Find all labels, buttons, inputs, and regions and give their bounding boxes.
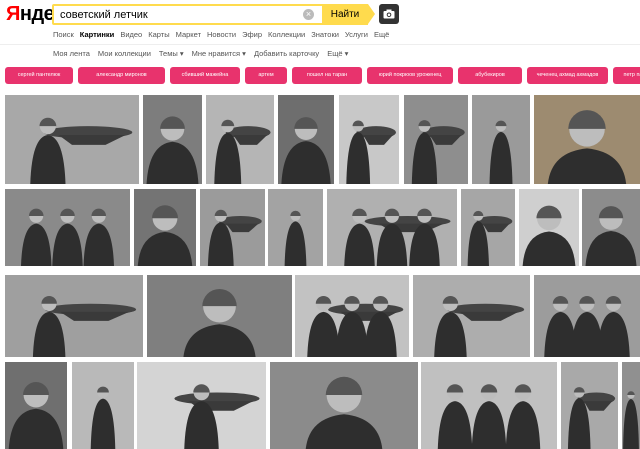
related-queries: сергей пантелюк александр миронов сбивший … [5, 67, 640, 84]
image-result[interactable] [200, 189, 265, 266]
subnav-item[interactable]: Мои коллекции [98, 48, 151, 60]
photo-thumbnail [344, 208, 451, 266]
photo-thumbnail [174, 384, 260, 449]
image-result[interactable] [534, 95, 640, 184]
photo-thumbnail [183, 288, 256, 357]
service-tab[interactable]: Услуги [345, 29, 368, 41]
photo-thumbnail [214, 119, 271, 184]
related-query-chip[interactable]: петр павл [613, 67, 640, 84]
photo-thumbnail [8, 382, 64, 449]
photo-thumbnail [544, 295, 630, 357]
subnav-item[interactable]: Моя лента [53, 48, 90, 60]
photo-thumbnail [467, 210, 513, 266]
logo-first-letter: Я [6, 3, 20, 25]
photo-thumbnail [30, 117, 133, 184]
image-result[interactable] [72, 362, 134, 449]
search-input[interactable] [54, 6, 303, 23]
service-nav: Поиск Картинки Видео Карты Маркет Новости Эфир… [53, 29, 389, 41]
image-result[interactable] [561, 362, 618, 449]
image-result[interactable] [134, 189, 196, 266]
photo-thumbnail [489, 120, 513, 184]
service-tab[interactable]: Видео [120, 29, 142, 41]
service-tab[interactable]: Карты [148, 29, 169, 41]
image-result[interactable] [5, 95, 139, 184]
camera-icon [383, 9, 395, 19]
camera-search-button[interactable] [379, 4, 399, 24]
image-result[interactable] [5, 189, 130, 266]
image-result[interactable] [206, 95, 274, 184]
image-result[interactable] [295, 275, 409, 357]
photo-thumbnail [21, 208, 114, 266]
search-box: × Найти [52, 4, 375, 25]
related-query-chip[interactable]: чеченец ахмад ахмадов [527, 67, 608, 84]
image-result[interactable] [270, 362, 418, 449]
subnav-item[interactable]: Добавить карточку [254, 48, 319, 60]
photo-thumbnail [307, 295, 404, 357]
image-result[interactable] [147, 275, 292, 357]
image-result[interactable] [519, 189, 579, 266]
related-query-chip[interactable]: пошел на таран [292, 67, 362, 84]
image-result[interactable] [472, 95, 530, 184]
subnav-item[interactable]: Мне нравится ▾ [192, 48, 246, 60]
service-tab[interactable]: Знатоки [311, 29, 339, 41]
search-button[interactable]: Найти [322, 4, 375, 25]
photo-thumbnail [411, 120, 465, 184]
image-results-grid [0, 94, 640, 449]
sub-nav: Моя лента Мои коллекции Темы ▾ Мне нравится… [53, 48, 348, 60]
service-tab[interactable]: Ещё [374, 29, 389, 41]
image-result[interactable] [5, 362, 67, 449]
image-result[interactable] [461, 189, 515, 266]
image-result[interactable] [327, 189, 457, 266]
image-result[interactable] [339, 95, 399, 184]
photo-thumbnail [522, 205, 576, 266]
service-tab[interactable]: Маркет [176, 29, 201, 41]
image-result[interactable] [582, 189, 640, 266]
photo-thumbnail [284, 210, 307, 266]
photo-thumbnail [137, 205, 193, 266]
related-query-chip[interactable]: артем [245, 67, 287, 84]
photo-thumbnail [585, 206, 637, 266]
image-result[interactable] [278, 95, 334, 184]
image-result[interactable] [404, 95, 468, 184]
divider [0, 44, 640, 45]
subnav-item[interactable]: Темы ▾ [159, 48, 184, 60]
clear-icon[interactable]: × [303, 9, 314, 20]
image-result[interactable] [268, 189, 323, 266]
photo-thumbnail [207, 209, 262, 266]
related-query-chip[interactable]: сбивший мажейна [170, 67, 240, 84]
related-query-chip[interactable]: юрий покрюов уроженец [367, 67, 453, 84]
photo-thumbnail [434, 295, 525, 357]
image-result[interactable] [5, 275, 143, 357]
related-query-chip[interactable]: сергей пантелюк [5, 67, 73, 84]
service-tab[interactable]: Поиск [53, 29, 74, 41]
subnav-item[interactable]: Ещё ▾ [327, 48, 348, 60]
related-query-chip[interactable]: абубекиров [458, 67, 522, 84]
photo-thumbnail [281, 117, 331, 184]
image-result[interactable] [137, 362, 266, 449]
photo-thumbnail [547, 110, 627, 184]
service-tab[interactable]: Эфир [242, 29, 262, 41]
image-result[interactable] [534, 275, 640, 357]
photo-thumbnail [146, 116, 199, 184]
photo-thumbnail [567, 387, 616, 449]
photo-thumbnail [623, 391, 639, 449]
photo-thumbnail [32, 295, 137, 357]
service-tab[interactable]: Картинки [80, 29, 115, 41]
photo-thumbnail [437, 384, 541, 449]
image-result[interactable] [413, 275, 530, 357]
photo-thumbnail [90, 386, 116, 449]
photo-thumbnail [346, 120, 396, 184]
image-result[interactable] [421, 362, 557, 449]
service-tab[interactable]: Коллекции [268, 29, 305, 41]
image-result[interactable] [143, 95, 202, 184]
related-query-chip[interactable]: александр миронов [78, 67, 165, 84]
image-result[interactable] [622, 362, 640, 449]
service-tab[interactable]: Новости [207, 29, 236, 41]
photo-thumbnail [305, 376, 383, 449]
